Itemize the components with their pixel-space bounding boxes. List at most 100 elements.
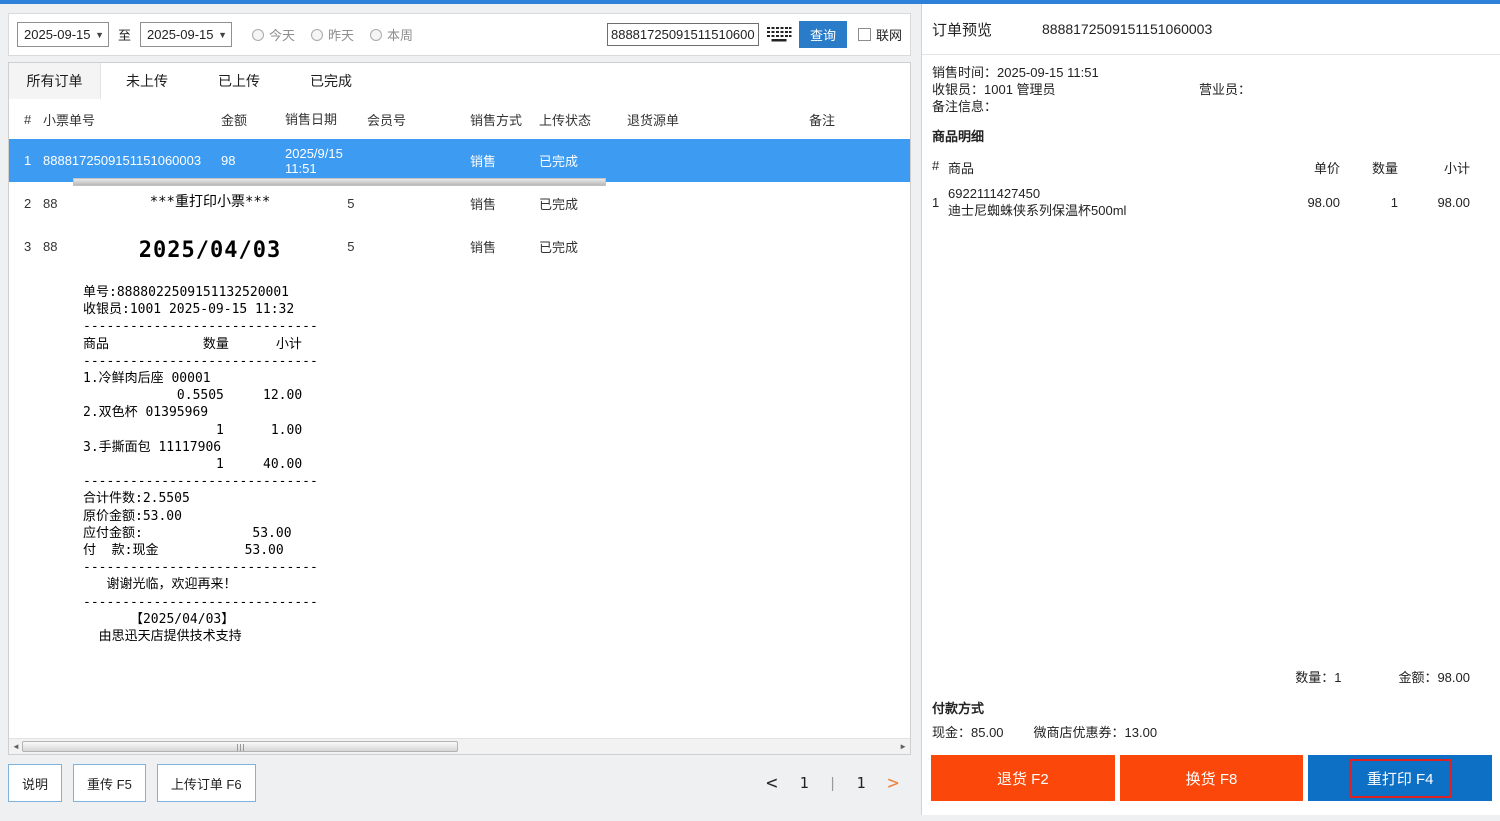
payment-title: 付款方式 — [922, 686, 1500, 717]
item-code: 6922111427450 — [948, 185, 1260, 202]
date-to-value: 2025-09-15 — [147, 27, 214, 42]
preview-header: 订单预览 8888172509151151060003 — [922, 4, 1500, 55]
radio-yesterday-label: 昨天 — [328, 25, 354, 44]
item-price: 98.00 — [1260, 195, 1340, 210]
preview-title: 订单预览 — [932, 19, 1042, 40]
preview-info: 销售时间：2025-09-15 11:51 收银员：1001 管理员 营业员： … — [922, 55, 1500, 115]
checkbox-icon — [858, 28, 871, 41]
col-refund-source: 退货源单 — [627, 110, 809, 129]
chevron-down-icon: ▼ — [95, 30, 104, 40]
col-qty: 数量 — [1340, 158, 1398, 177]
tab-completed[interactable]: 已完成 — [285, 63, 377, 99]
receipt-title: ***重打印小票*** — [73, 191, 347, 211]
col-member: 会员号 — [367, 110, 463, 129]
search-group: 查询 联网 — [607, 21, 902, 48]
cell-sale-date: 2025/9/15 11:51 — [285, 146, 367, 176]
radio-thisweek[interactable]: 本周 — [370, 25, 413, 44]
keyboard-icon[interactable] — [766, 25, 792, 44]
help-button[interactable]: 说明 — [8, 764, 62, 802]
col-sale-date: 销售日期 — [285, 112, 367, 127]
item-title: 迪士尼蜘蛛侠系列保温杯500ml — [948, 202, 1260, 219]
order-tabs: 所有订单 未上传 已上传 已完成 — [9, 63, 910, 99]
cell-amount: 98 — [221, 153, 285, 168]
radio-today[interactable]: 今天 — [252, 25, 295, 44]
current-page: 1 — [800, 774, 809, 792]
online-label: 联网 — [876, 25, 902, 44]
col-sale-method: 销售方式 — [463, 110, 539, 129]
radio-icon — [311, 29, 323, 41]
cell-receipt-no: 8888172509151151060003 — [43, 153, 221, 168]
scrollbar-thumb[interactable] — [22, 741, 458, 752]
radio-thisweek-label: 本周 — [387, 25, 413, 44]
reprint-button-label: 重打印 F4 — [1349, 759, 1452, 798]
cell-upload-status: 已完成 — [539, 194, 627, 213]
date-from-value: 2025-09-15 — [24, 27, 91, 42]
tab-not-uploaded[interactable]: 未上传 — [101, 63, 193, 99]
item-qty: 1 — [1340, 195, 1398, 210]
col-product: 商品 — [948, 158, 1260, 177]
horizontal-scrollbar[interactable]: ◄ ► — [9, 738, 910, 754]
col-index: # — [932, 158, 948, 177]
radio-today-label: 今天 — [269, 25, 295, 44]
col-amount: 金额 — [221, 110, 285, 129]
receipt-preview-popup: ***重打印小票*** 2025/04/03 单号:88880225091511… — [73, 186, 347, 710]
total-amount: 金额：98.00 — [1398, 667, 1470, 686]
scroll-right-icon[interactable]: ► — [899, 742, 907, 751]
item-index: 1 — [932, 195, 948, 210]
cashier: 收银员：1001 管理员 — [932, 81, 1199, 98]
item-row: 1 6922111427450 迪士尼蜘蛛侠系列保温杯500ml 98.00 1… — [922, 185, 1500, 219]
table-row-1[interactable]: 1 8888172509151151060003 98 2025/9/15 11… — [9, 139, 910, 182]
preview-totals: 数量：1 金额：98.00 — [922, 667, 1500, 686]
search-input[interactable] — [607, 23, 759, 46]
col-note: 备注 — [809, 110, 879, 129]
quick-date-radios: 今天 昨天 本周 — [252, 25, 413, 44]
col-receipt-no: 小票单号 — [43, 110, 221, 129]
radio-yesterday[interactable]: 昨天 — [311, 25, 354, 44]
online-checkbox-group[interactable]: 联网 — [858, 25, 902, 44]
remark: 备注信息： — [932, 98, 1490, 115]
preview-order-no: 8888172509151151060003 — [1042, 21, 1212, 37]
refund-button[interactable]: 退货 F2 — [931, 755, 1115, 801]
cell-index: 1 — [9, 153, 43, 168]
receipt-popup-scrollbar[interactable] — [73, 178, 606, 186]
order-list-panel: 所有订单 未上传 已上传 已完成 # 小票单号 金额 销售日期 会员号 销售方式… — [8, 62, 911, 755]
reprint-button[interactable]: 重打印 F4 — [1308, 755, 1492, 801]
receipt-big-date: 2025/04/03 — [73, 238, 347, 263]
order-preview-panel: 订单预览 8888172509151151060003 销售时间：2025-09… — [921, 4, 1500, 815]
scrollbar-grip-icon — [240, 744, 241, 751]
order-table-header: # 小票单号 金额 销售日期 会员号 销售方式 上传状态 退货源单 备注 — [9, 99, 910, 139]
item-subtotal: 98.00 — [1398, 195, 1470, 210]
cell-upload-status: 已完成 — [539, 237, 627, 256]
cell-sale-method: 销售 — [463, 237, 539, 256]
receipt-body: 单号:8888022509151132520001 收银员:1001 2025-… — [83, 284, 347, 645]
payment-coupon: 微商店优惠券：13.00 — [1034, 722, 1158, 741]
cell-sale-method: 销售 — [463, 151, 539, 170]
date-to-select[interactable]: 2025-09-15 ▼ — [140, 22, 232, 47]
date-from-select[interactable]: 2025-09-15 ▼ — [17, 22, 109, 47]
cell-sale-method: 销售 — [463, 194, 539, 213]
cell-index: 2 — [9, 196, 43, 211]
cell-index: 3 — [9, 239, 43, 254]
cell-upload-status: 已完成 — [539, 151, 627, 170]
action-buttons: 退货 F2 换货 F8 重打印 F4 — [931, 755, 1492, 801]
detail-title: 商品明细 — [922, 115, 1500, 145]
prev-page-icon[interactable]: < — [766, 774, 777, 793]
pagination: < 1 | 1 > — [766, 774, 899, 793]
salesperson: 营业员： — [1199, 81, 1251, 98]
tab-all-orders[interactable]: 所有订单 — [9, 63, 101, 99]
date-range-to-label: 至 — [118, 25, 131, 44]
radio-icon — [252, 29, 264, 41]
scroll-left-icon[interactable]: ◄ — [12, 742, 20, 751]
reupload-button[interactable]: 重传 F5 — [73, 764, 146, 802]
chevron-down-icon: ▼ — [218, 30, 227, 40]
next-page-icon[interactable]: > — [888, 774, 899, 793]
query-button[interactable]: 查询 — [799, 21, 847, 48]
radio-icon — [370, 29, 382, 41]
exchange-button[interactable]: 换货 F8 — [1120, 755, 1304, 801]
footer-bar: 说明 重传 F5 上传订单 F6 < 1 | 1 > — [8, 760, 911, 806]
tab-uploaded[interactable]: 已上传 — [193, 63, 285, 99]
upload-order-button[interactable]: 上传订单 F6 — [157, 764, 256, 802]
total-pages: 1 — [857, 774, 866, 792]
col-subtotal: 小计 — [1398, 158, 1470, 177]
col-upload-status: 上传状态 — [539, 110, 627, 129]
